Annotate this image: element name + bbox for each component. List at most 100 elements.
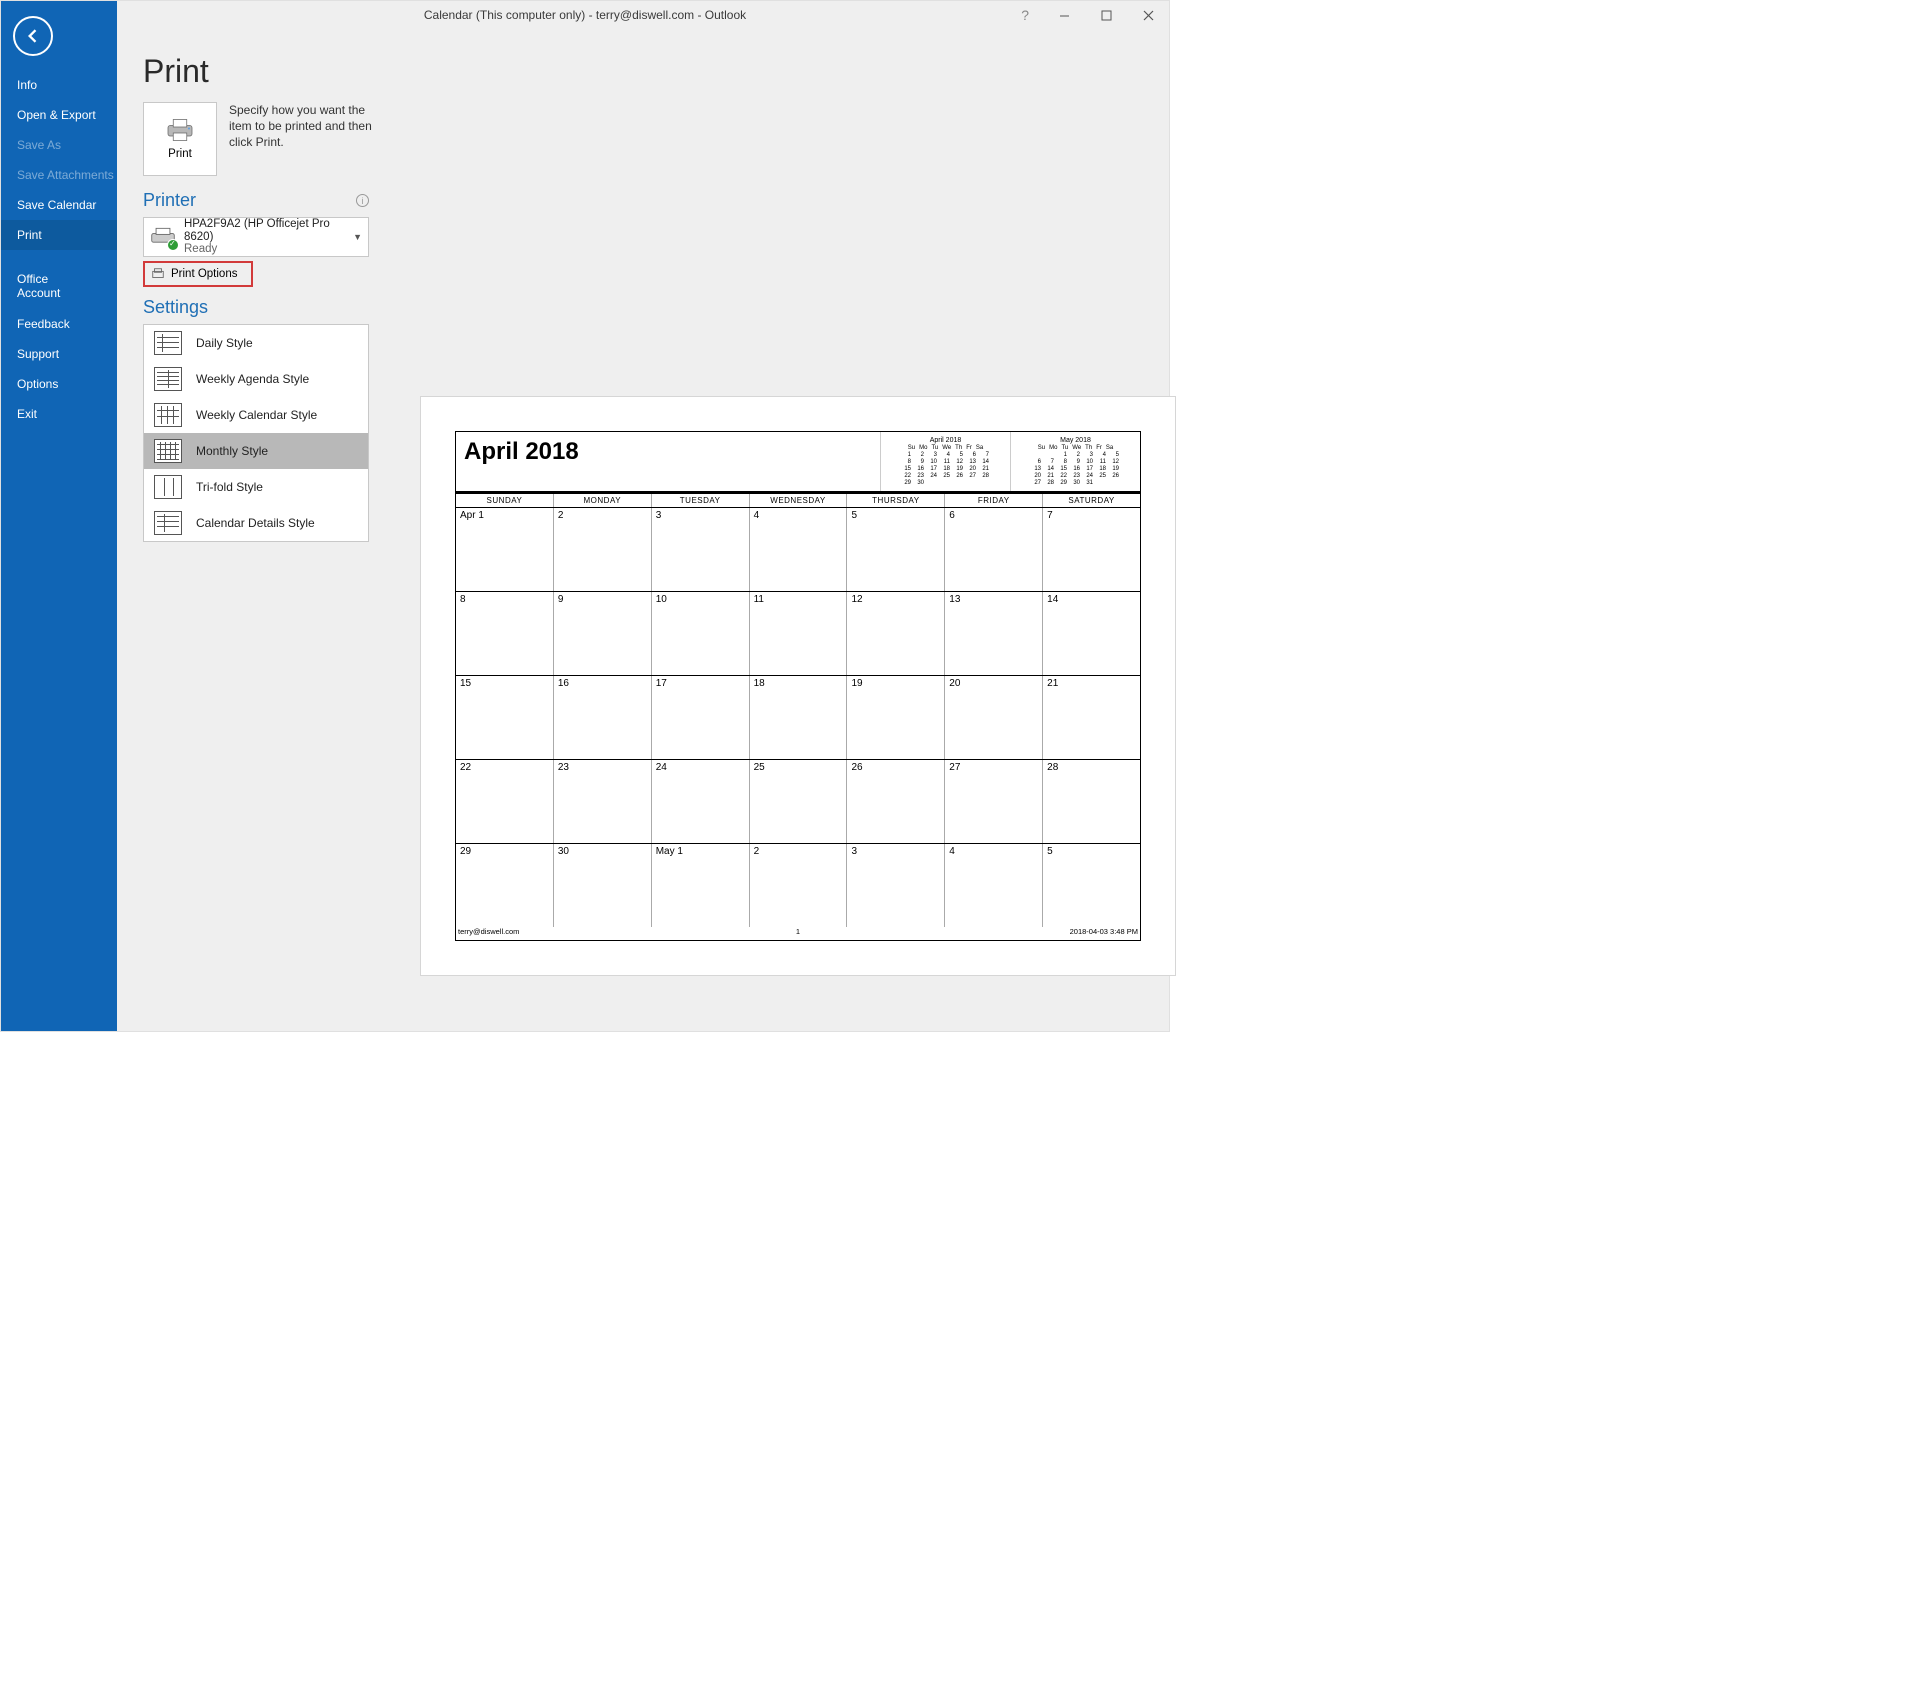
calendar-cell: May 1 <box>652 844 750 927</box>
preview-month-title: April 2018 <box>456 432 880 491</box>
day-header: SUNDAY <box>456 494 554 507</box>
preview-footer: terry@diswell.com 1 2018-04-03 3:48 PM <box>456 927 1140 940</box>
calendar-cell: 11 <box>750 592 848 675</box>
week-row: 15161718192021 <box>456 676 1140 760</box>
calendar-cell: 7 <box>1043 508 1140 591</box>
calendar-cell: 16 <box>554 676 652 759</box>
style-calendar-details[interactable]: Calendar Details Style <box>144 505 368 541</box>
daily-style-icon <box>154 331 182 355</box>
calendar-cell: 19 <box>847 676 945 759</box>
window-title: Calendar (This computer only) - terry@di… <box>424 8 746 22</box>
calendar-cell: 2 <box>750 844 848 927</box>
calendar-cell: 15 <box>456 676 554 759</box>
minimize-button[interactable] <box>1043 1 1085 29</box>
print-intro-text: Specify how you want the item to be prin… <box>229 102 379 151</box>
calendar-cell: 30 <box>554 844 652 927</box>
calendar-cell: 2 <box>554 508 652 591</box>
style-monthly[interactable]: Monthly Style <box>144 433 368 469</box>
preview-weeks: Apr 123456789101112131415161718192021222… <box>456 508 1140 927</box>
sidebar-item-support[interactable]: Support <box>1 339 117 369</box>
day-header: THURSDAY <box>847 494 945 507</box>
calendar-cell: 27 <box>945 760 1043 843</box>
day-header: FRIDAY <box>945 494 1043 507</box>
app-window: Calendar (This computer only) - terry@di… <box>0 0 1170 1032</box>
calendar-cell: 3 <box>847 844 945 927</box>
print-options-icon <box>151 267 165 281</box>
preview-footer-timestamp: 2018-04-03 3:48 PM <box>1070 927 1138 940</box>
calendar-cell: 10 <box>652 592 750 675</box>
page-title: Print <box>143 53 1143 90</box>
printer-info-icon[interactable]: i <box>356 194 369 207</box>
help-icon[interactable]: ? <box>1021 7 1029 23</box>
calendar-cell: 12 <box>847 592 945 675</box>
week-row: 22232425262728 <box>456 760 1140 844</box>
print-intro-row: Print Specify how you want the item to b… <box>143 102 1143 176</box>
calendar-cell: 4 <box>945 844 1043 927</box>
mini-calendar-may: May 2018SuMoTuWeThFrSa123456789101112131… <box>1010 432 1140 491</box>
style-weekly-agenda[interactable]: Weekly Agenda Style <box>144 361 368 397</box>
preview-day-headers: SUNDAYMONDAYTUESDAYWEDNESDAYTHURSDAYFRID… <box>456 494 1140 508</box>
titlebar: Calendar (This computer only) - terry@di… <box>1 1 1169 29</box>
sidebar-item-save-attachments: Save Attachments <box>1 160 117 190</box>
preview-page: April 2018 April 2018SuMoTuWeThFrSa12345… <box>455 431 1141 941</box>
back-button[interactable] <box>13 16 53 56</box>
sidebar-item-office-account[interactable]: Office Account <box>1 264 117 309</box>
weekly-agenda-style-icon <box>154 367 182 391</box>
sidebar-item-feedback[interactable]: Feedback <box>1 309 117 339</box>
preview-footer-page-number: 1 <box>796 927 800 936</box>
day-header: MONDAY <box>554 494 652 507</box>
day-header: TUESDAY <box>652 494 750 507</box>
sidebar-item-print[interactable]: Print <box>1 220 117 250</box>
calendar-cell: 20 <box>945 676 1043 759</box>
calendar-cell: 9 <box>554 592 652 675</box>
print-style-list: Daily Style Weekly Agenda Style Weekly C… <box>143 324 369 542</box>
trifold-style-icon <box>154 475 182 499</box>
preview-footer-email: terry@diswell.com <box>458 927 519 940</box>
calendar-cell: 4 <box>750 508 848 591</box>
dropdown-icon: ▼ <box>353 232 362 242</box>
printer-ready-badge <box>167 239 179 251</box>
weekly-calendar-style-icon <box>154 403 182 427</box>
calendar-cell: 13 <box>945 592 1043 675</box>
print-preview: April 2018 April 2018SuMoTuWeThFrSa12345… <box>421 397 1175 975</box>
print-button-label: Print <box>168 148 192 160</box>
style-weekly-calendar[interactable]: Weekly Calendar Style <box>144 397 368 433</box>
calendar-cell: 17 <box>652 676 750 759</box>
calendar-cell: 25 <box>750 760 848 843</box>
preview-header: April 2018 April 2018SuMoTuWeThFrSa12345… <box>456 432 1140 494</box>
calendar-cell: 6 <box>945 508 1043 591</box>
sidebar-item-open-export[interactable]: Open & Export <box>1 100 117 130</box>
week-row: 2930May 12345 <box>456 844 1140 927</box>
calendar-cell: 21 <box>1043 676 1140 759</box>
printer-icon <box>165 118 195 142</box>
calendar-cell: 14 <box>1043 592 1140 675</box>
calendar-cell: 5 <box>1043 844 1140 927</box>
day-header: WEDNESDAY <box>750 494 848 507</box>
style-daily[interactable]: Daily Style <box>144 325 368 361</box>
calendar-cell: 5 <box>847 508 945 591</box>
calendar-cell: 23 <box>554 760 652 843</box>
calendar-cell: 18 <box>750 676 848 759</box>
close-button[interactable] <box>1127 1 1169 29</box>
sidebar-item-options[interactable]: Options <box>1 369 117 399</box>
sidebar-item-exit[interactable]: Exit <box>1 399 117 429</box>
calendar-cell: 28 <box>1043 760 1140 843</box>
week-row: 891011121314 <box>456 592 1140 676</box>
calendar-cell: Apr 1 <box>456 508 554 591</box>
calendar-cell: 22 <box>456 760 554 843</box>
backstage-sidebar: Info Open & Export Save As Save Attachme… <box>1 1 117 1031</box>
sidebar-item-info[interactable]: Info <box>1 70 117 100</box>
print-button[interactable]: Print <box>143 102 217 176</box>
printer-status: Ready <box>184 243 362 256</box>
maximize-button[interactable] <box>1085 1 1127 29</box>
printer-selector[interactable]: HPA2F9A2 (HP Officejet Pro 8620) Ready ▼ <box>143 217 369 257</box>
calendar-cell: 3 <box>652 508 750 591</box>
style-trifold[interactable]: Tri-fold Style <box>144 469 368 505</box>
calendar-details-style-icon <box>154 511 182 535</box>
calendar-cell: 29 <box>456 844 554 927</box>
print-options-button[interactable]: Print Options <box>143 261 253 287</box>
settings-section-heading: Settings <box>143 297 369 318</box>
sidebar-item-save-calendar[interactable]: Save Calendar <box>1 190 117 220</box>
calendar-cell: 8 <box>456 592 554 675</box>
monthly-style-icon <box>154 439 182 463</box>
